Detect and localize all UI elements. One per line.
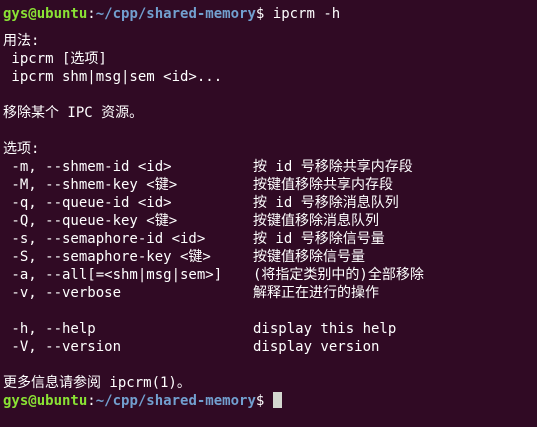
prompt-colon: :: [87, 393, 96, 409]
option-row: -M, --shmem-key <键> 按键值移除共享内存段: [3, 176, 537, 194]
option-row: -Q, --queue-key <键> 按键值移除消息队列: [3, 212, 537, 230]
help-option-row: -V, --version display version: [3, 338, 537, 356]
option-row: -v, --verbose 解释正在进行的操作: [3, 284, 537, 302]
terminal-window[interactable]: gys@ubuntu:~/cpp/shared-memory$ ipcrm -h…: [0, 0, 537, 427]
text-cursor: [272, 392, 282, 408]
option-flag: -a, --all[=<shm|msg|sem>]: [3, 267, 223, 283]
option-row: -q, --queue-id <id> 按 id 号移除消息队列: [3, 194, 537, 212]
prompt-path: ~/cpp/shared-memory: [95, 393, 256, 409]
option-flag: -Q, --queue-key <键>: [3, 213, 178, 229]
prompt-line-active[interactable]: gys@ubuntu:~/cpp/shared-memory$: [3, 392, 537, 410]
description: 移除某个 IPC 资源。: [3, 105, 144, 121]
usage-line: ipcrm [选项]: [3, 51, 107, 67]
help-option-row: -h, --help display this help: [3, 320, 537, 338]
prompt-symbol: $: [255, 393, 265, 409]
option-desc: (将指定类别中的)全部移除: [253, 267, 424, 283]
command-text: ipcrm -h: [272, 6, 341, 22]
option-desc: 解释正在进行的操作: [253, 285, 379, 301]
prompt-colon: :: [87, 6, 96, 22]
prompt-path: ~/cpp/shared-memory: [95, 6, 256, 22]
option-row: -s, --semaphore-id <id> 按 id 号移除信号量: [3, 230, 537, 248]
option-flag: -S, --semaphore-key <键>: [3, 249, 211, 265]
option-desc: 按键值移除信号量: [253, 249, 365, 265]
option-desc: display this help: [253, 321, 397, 337]
option-flag: -V, --version: [3, 339, 122, 355]
option-desc: 按 id 号移除共享内存段: [253, 159, 413, 175]
option-row: -a, --all[=<shm|msg|sem>] (将指定类别中的)全部移除: [3, 266, 537, 284]
usage-line: ipcrm shm|msg|sem <id>...: [3, 69, 223, 85]
prompt-user-host: gys@ubuntu: [3, 393, 88, 409]
option-flag: -s, --semaphore-id <id>: [3, 231, 206, 247]
option-flag: -M, --shmem-key <键>: [3, 177, 178, 193]
option-flag: -h, --help: [3, 321, 96, 337]
option-flag: -q, --queue-id <id>: [3, 195, 172, 211]
option-desc: 按 id 号移除消息队列: [253, 195, 399, 211]
option-flag: -v, --verbose: [3, 285, 122, 301]
usage-title: 用法:: [3, 33, 40, 49]
footer-text: 更多信息请参阅 ipcrm(1)。: [3, 375, 191, 391]
option-desc: 按键值移除共享内存段: [253, 177, 393, 193]
option-desc: 按键值移除消息队列: [253, 213, 379, 229]
option-desc: display version: [253, 339, 380, 355]
option-desc: 按 id 号移除信号量: [253, 231, 385, 247]
prompt-line: gys@ubuntu:~/cpp/shared-memory$ ipcrm -h: [3, 5, 537, 23]
option-flag: -m, --shmem-id <id>: [3, 159, 172, 175]
option-row: -m, --shmem-id <id> 按 id 号移除共享内存段: [3, 158, 537, 176]
prompt-user-host: gys@ubuntu: [3, 6, 88, 22]
prompt-symbol: $: [255, 6, 265, 22]
option-row: -S, --semaphore-key <键> 按键值移除信号量: [3, 248, 537, 266]
options-title: 选项:: [3, 141, 40, 157]
